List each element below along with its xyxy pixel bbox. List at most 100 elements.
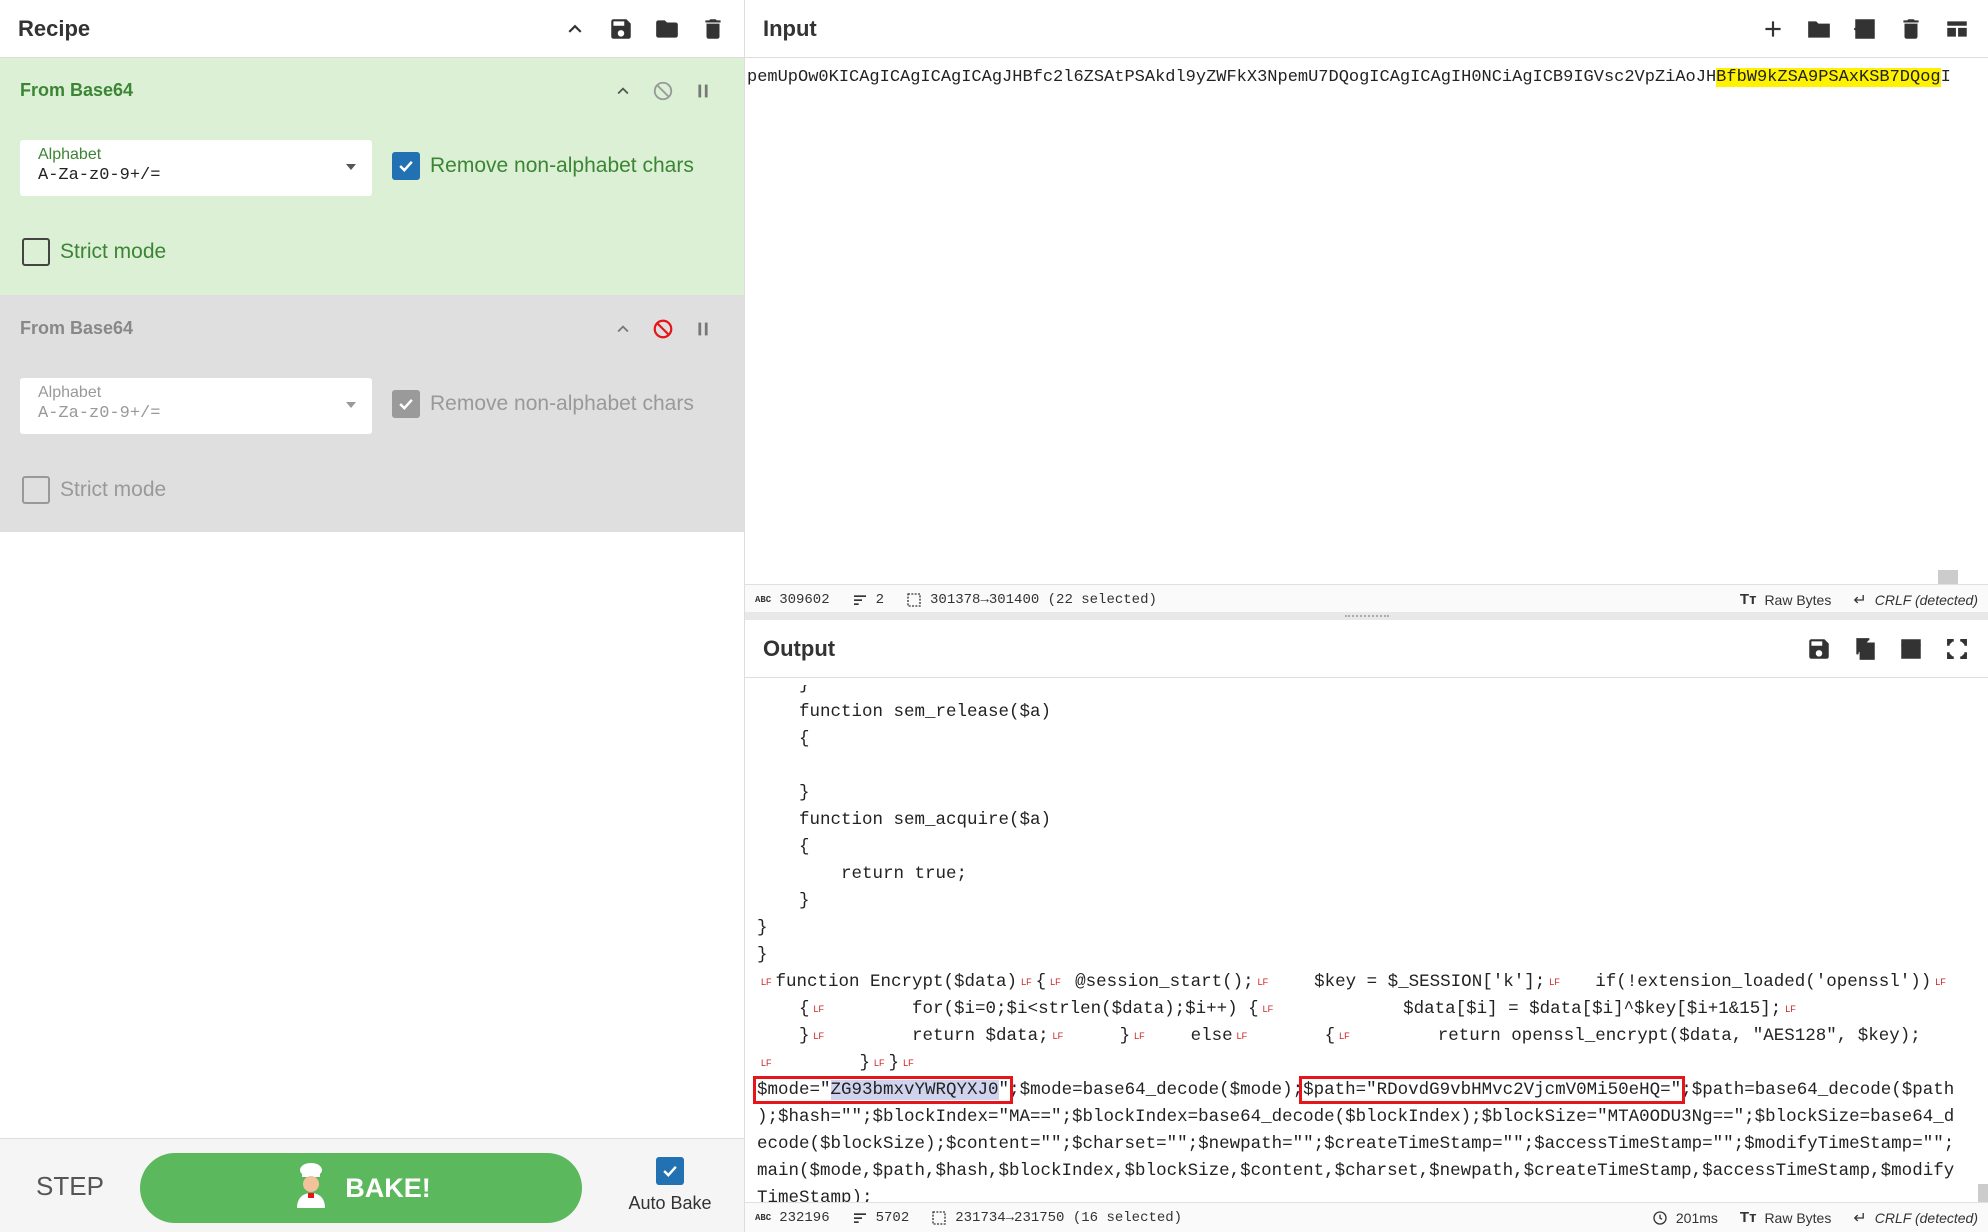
breakpoint-pause-icon[interactable] xyxy=(692,80,714,102)
lf-marker: LF xyxy=(1935,977,1946,987)
strict-mode-checkbox[interactable] xyxy=(22,238,50,266)
text-format-icon: Tт xyxy=(1739,591,1757,608)
output-code-fragment: $data[$i] = $data[$i]^$key[$i+1&15]; xyxy=(1277,999,1782,1019)
lf-marker: LF xyxy=(1262,1004,1274,1014)
operation-from-base64-1[interactable]: From Base64 Alphabet A-Za-z0-9+/= Remove… xyxy=(0,58,744,296)
input-format-selector[interactable]: Tт Raw Bytes xyxy=(1740,591,1831,608)
mode-rest: ;$mode=base64_decode($mode); xyxy=(1009,1080,1304,1100)
input-text-highlight: BfbW9kZSA9PSAxKSB7DQog xyxy=(1716,68,1941,87)
reset-layout-icon[interactable] xyxy=(1944,16,1970,42)
save-output-icon[interactable] xyxy=(1806,636,1832,662)
disable-operation-icon[interactable] xyxy=(652,80,674,102)
io-resize-divider[interactable] xyxy=(745,612,1988,620)
output-title: Output xyxy=(763,635,836,661)
input-length-value: 309602 xyxy=(779,591,830,608)
path-annotation-box: $path="RDovdG9vbHMvc2VjcmV0Mi50eHQ=" xyxy=(1299,1076,1686,1104)
open-folder-icon[interactable] xyxy=(1806,16,1832,42)
output-line: } xyxy=(757,891,810,911)
lf-marker: LF xyxy=(1021,977,1032,987)
clear-input-trash-icon[interactable] xyxy=(1898,16,1924,42)
mode-selected-text[interactable]: ZG93bmxvYWRQYXJ0 xyxy=(830,1080,999,1100)
strict-mode-label: Strict mode xyxy=(60,478,167,501)
output-format-selector[interactable]: Tт Raw Bytes xyxy=(1740,1209,1831,1226)
collapse-operation-icon[interactable] xyxy=(612,80,634,102)
output-eol-selector[interactable]: ↵ CRLF (detected) xyxy=(1853,1208,1978,1228)
bake-time-value: 201ms xyxy=(1675,1209,1718,1226)
output-format-value: Raw Bytes xyxy=(1764,1209,1832,1226)
output-text-area[interactable]: } function sem_release($a) { } function … xyxy=(745,685,1988,1205)
output-line: main($mode,$path,$hash,$blockIndex,$bloc… xyxy=(757,1161,1955,1181)
disable-operation-icon[interactable] xyxy=(652,318,674,340)
operation-from-base64-2[interactable]: From Base64 Alphabet A-Za-z0-9+/= Remove… xyxy=(0,296,744,532)
mode-annotation-box: $mode="ZG93bmxvYWRQYXJ0" xyxy=(752,1076,1014,1104)
dropdown-caret-icon xyxy=(346,164,356,170)
remove-non-alphabet-checkbox-row[interactable]: Remove non-alphabet chars xyxy=(392,152,694,180)
strict-mode-checkbox-row[interactable]: Strict mode xyxy=(22,476,166,504)
load-recipe-folder-icon[interactable] xyxy=(654,16,680,42)
output-code-fragment: } xyxy=(888,1053,900,1073)
input-eol-selector[interactable]: ↵ CRLF (detected) xyxy=(1853,590,1978,610)
remove-non-alphabet-label: Remove non-alphabet chars xyxy=(430,154,694,177)
output-line: function sem_release($a) xyxy=(757,702,1052,722)
input-scrollbar[interactable] xyxy=(1938,570,1958,584)
output-length-stat: ABC 232196 xyxy=(755,1210,830,1226)
output-lines-stat: 5702 xyxy=(852,1210,909,1226)
lines-icon xyxy=(853,1212,866,1223)
lf-marker: LF xyxy=(1134,1031,1145,1041)
lf-marker: LF xyxy=(761,1058,772,1068)
output-line: ecode($blockSize);$content="";$charset="… xyxy=(757,1134,1955,1154)
dropdown-caret-icon xyxy=(346,402,356,408)
collapse-operation-icon[interactable] xyxy=(612,318,634,340)
abc-length-icon: ABC xyxy=(755,1212,772,1223)
lf-marker: LF xyxy=(1257,977,1269,987)
bake-button[interactable]: BAKE! xyxy=(140,1153,582,1223)
input-title: Input xyxy=(763,15,817,41)
add-input-tab-plus-icon[interactable] xyxy=(1760,16,1786,42)
output-header-wrap: Output xyxy=(745,620,1988,678)
alphabet-value: A-Za-z0-9+/= xyxy=(38,404,161,423)
collapse-all-icon[interactable] xyxy=(562,16,588,42)
lf-marker: LF xyxy=(1050,977,1061,987)
strict-mode-checkbox[interactable] xyxy=(22,476,50,504)
auto-bake-checkbox[interactable] xyxy=(656,1157,684,1185)
output-eol-value: CRLF (detected) xyxy=(1874,1209,1978,1226)
replace-input-with-output-icon[interactable] xyxy=(1898,636,1924,662)
input-textarea[interactable]: pemUpOw0KICAgICAgICAgICAgJHBfc2l6ZSAtPSA… xyxy=(745,58,1988,586)
copy-output-icon[interactable] xyxy=(1852,636,1878,662)
lf-marker: LF xyxy=(813,1031,825,1041)
mode-suffix: " xyxy=(998,1080,1010,1100)
output-header: Output xyxy=(745,620,1988,678)
alphabet-select[interactable]: Alphabet A-Za-z0-9+/= xyxy=(20,378,372,434)
step-button[interactable]: STEP xyxy=(36,1171,104,1202)
input-status-bar: ABC 309602 2 301378→301400 (22 selected) … xyxy=(745,584,1988,614)
alphabet-value: A-Za-z0-9+/= xyxy=(38,166,161,185)
save-recipe-icon[interactable] xyxy=(608,16,634,42)
output-line: } xyxy=(757,918,768,938)
breakpoint-pause-icon[interactable] xyxy=(692,318,714,340)
remove-non-alphabet-label: Remove non-alphabet chars xyxy=(430,392,694,415)
input-format-value: Raw Bytes xyxy=(1764,591,1832,608)
strict-mode-checkbox-row[interactable]: Strict mode xyxy=(22,238,166,266)
output-code-fragment: } xyxy=(775,1053,871,1073)
return-arrow-icon: ↵ xyxy=(1853,1209,1867,1227)
auto-bake-label: Auto Bake xyxy=(628,1193,712,1213)
selection-icon xyxy=(907,592,921,607)
output-code-fragment: } xyxy=(757,1026,810,1046)
lf-marker: LF xyxy=(761,977,772,987)
input-text-before: pemUpOw0KICAgICAgICAgICAgJHBfc2l6ZSAtPSA… xyxy=(747,68,1717,87)
open-file-import-icon[interactable] xyxy=(1852,16,1878,42)
input-lines-stat: 2 xyxy=(852,592,884,608)
output-code-fragment: } xyxy=(1067,1026,1131,1046)
clear-recipe-trash-icon[interactable] xyxy=(700,16,726,42)
maximise-output-icon[interactable] xyxy=(1944,636,1970,662)
remove-non-alphabet-checkbox-row[interactable]: Remove non-alphabet chars xyxy=(392,390,694,418)
lines-icon xyxy=(853,594,866,605)
output-code-fragment: if(!extension_loaded('openssl')) xyxy=(1563,972,1932,992)
output-line: } xyxy=(757,685,810,695)
alphabet-select[interactable]: Alphabet A-Za-z0-9+/= xyxy=(20,140,372,196)
auto-bake-toggle[interactable]: Auto Bake xyxy=(620,1157,720,1214)
output-line: );$hash="";$blockIndex="MA==";$blockInde… xyxy=(757,1107,1955,1127)
remove-non-alphabet-checkbox[interactable] xyxy=(392,390,420,418)
output-line: { xyxy=(757,837,810,857)
remove-non-alphabet-checkbox[interactable] xyxy=(392,152,420,180)
